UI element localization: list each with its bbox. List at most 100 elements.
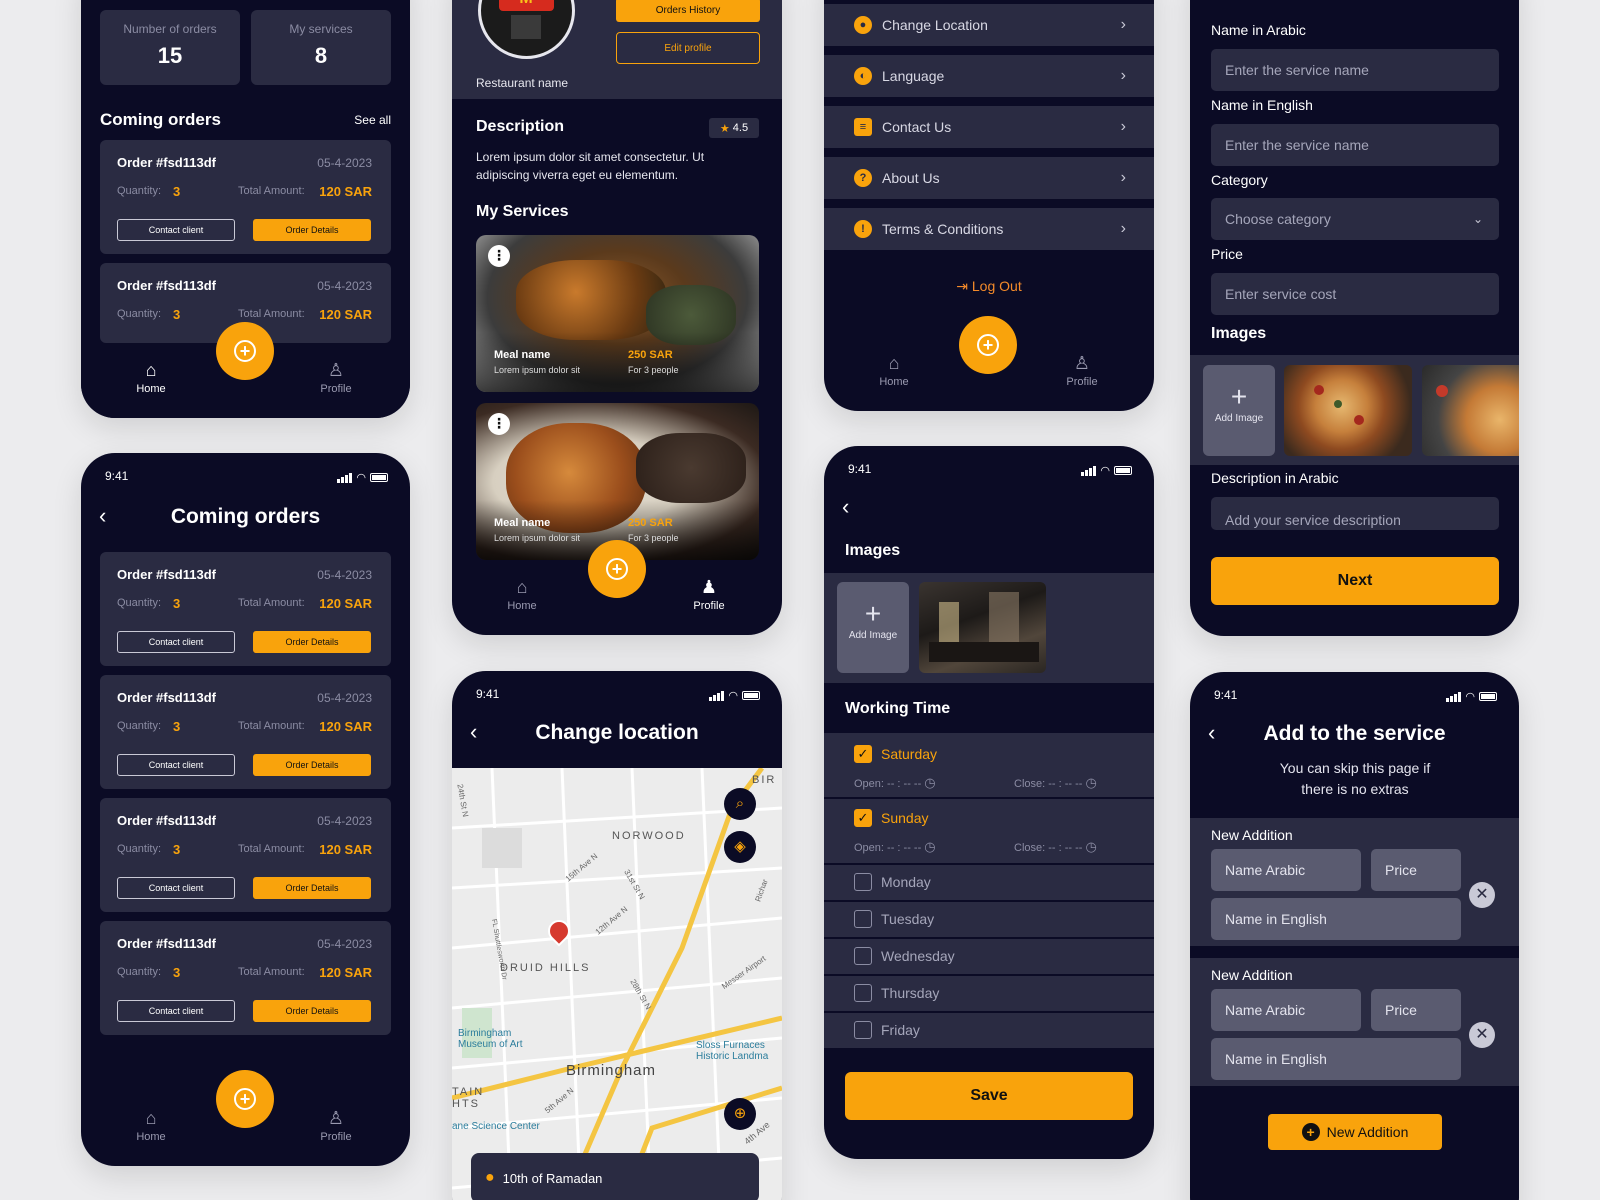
order-details-button[interactable]: Order Details (253, 754, 371, 776)
restaurant-name: Restaurant name (476, 76, 569, 90)
day-row-thursday[interactable]: Thursday (824, 976, 1154, 1011)
settings-item-contact-us[interactable]: ≡ Contact Us › (824, 106, 1154, 148)
nav-profile[interactable]: ♙ Profile (311, 1108, 361, 1143)
checkbox[interactable] (854, 910, 872, 928)
day-row-wednesday[interactable]: Wednesday (824, 939, 1154, 974)
checkbox[interactable] (854, 1021, 872, 1039)
order-card[interactable]: Order #fsd113df 05-4-2023 Quantity: 3 To… (100, 140, 391, 254)
nav-profile[interactable]: ♟ Profile (684, 577, 734, 612)
day-row-sunday[interactable]: ✓ Sunday Open: -- : -- -- ◷ Close: -- : … (824, 799, 1154, 863)
change-location-screen: 9:41 ◠ ‹ Change location NORWOOD DRUID H… (452, 671, 782, 1200)
see-all-link[interactable]: See all (354, 113, 391, 127)
order-details-button[interactable]: Order Details (253, 1000, 371, 1022)
section-title: Coming orders (100, 110, 221, 129)
uploaded-image[interactable] (1284, 365, 1412, 456)
more-options-icon[interactable]: ⋮ (488, 245, 510, 267)
orders-history-button[interactable]: Orders History (616, 0, 760, 22)
add-fab-button[interactable]: + (216, 1070, 274, 1128)
close-time[interactable]: Close: -- : -- -- ◷ (1014, 839, 1097, 855)
checkbox-checked[interactable]: ✓ (854, 745, 872, 763)
save-button[interactable]: Save (845, 1072, 1133, 1120)
order-details-button[interactable]: Order Details (253, 631, 371, 653)
open-time[interactable]: Open: -- : -- -- ◷ (854, 775, 936, 791)
order-card[interactable]: Order #fsd113df 05-4-2023 Quantity: 3 To… (100, 675, 391, 789)
addition-price-input[interactable]: Price (1371, 989, 1461, 1031)
uploaded-image[interactable] (1422, 365, 1519, 456)
contact-client-button[interactable]: Contact client (117, 631, 235, 653)
nav-home[interactable]: ⌂ Home (126, 1108, 176, 1143)
quantity-label: Quantity: (117, 966, 162, 978)
status-time: 9:41 (1214, 688, 1238, 702)
uploaded-image[interactable] (919, 582, 1046, 673)
add-fab-button[interactable]: + (959, 316, 1017, 374)
addition-name-arabic-input[interactable]: Name Arabic (1211, 989, 1361, 1031)
name-arabic-input[interactable]: Enter the service name (1211, 49, 1499, 91)
day-row-friday[interactable]: Friday (824, 1013, 1154, 1048)
checkbox[interactable] (854, 947, 872, 965)
service-card[interactable]: ⋮ Meal name Lorem ipsum dolor sit 250 SA… (476, 235, 759, 392)
settings-item-terms[interactable]: ! Terms & Conditions › (824, 208, 1154, 250)
settings-item-change-location[interactable]: ● Change Location › (824, 4, 1154, 46)
new-addition-button[interactable]: + New Addition (1268, 1114, 1442, 1150)
day-name: Tuesday (881, 911, 935, 927)
day-row-tuesday[interactable]: Tuesday (824, 902, 1154, 937)
order-details-button[interactable]: Order Details (253, 219, 371, 241)
more-options-icon[interactable]: ⋮ (488, 413, 510, 435)
nav-home[interactable]: ⌂ Home (497, 577, 547, 612)
map-search-button[interactable]: ⌕ (724, 788, 756, 820)
edit-profile-button[interactable]: Edit profile (616, 32, 760, 64)
map-view[interactable]: NORWOOD DRUID HILLS Birmingham Birmingha… (452, 768, 782, 1200)
logout-button[interactable]: ⇥ Log Out (824, 278, 1154, 295)
remove-addition-button[interactable]: ✕ (1469, 1022, 1495, 1048)
nav-profile-label: Profile (320, 1131, 352, 1143)
add-fab-button[interactable]: + (588, 540, 646, 598)
order-card[interactable]: Order #fsd113df 05-4-2023 Quantity: 3 To… (100, 552, 391, 666)
nav-profile[interactable]: ♙ Profile (311, 360, 361, 395)
next-button[interactable]: Next (1211, 557, 1499, 605)
addition-price-input[interactable]: Price (1371, 849, 1461, 891)
clock-icon: ◷ (924, 775, 936, 790)
battery-icon (1479, 692, 1497, 701)
addition-name-english-input[interactable]: Name in English (1211, 898, 1461, 940)
close-time[interactable]: Close: -- : -- -- ◷ (1014, 775, 1097, 791)
orders-count-value: 15 (157, 43, 183, 68)
chat-icon: ≡ (854, 118, 872, 136)
nav-home-label: Home (136, 1131, 166, 1143)
nav-home[interactable]: ⌂ Home (126, 360, 176, 395)
checkbox[interactable] (854, 984, 872, 1002)
back-button[interactable]: ‹ (842, 494, 849, 520)
day-row-saturday[interactable]: ✓ Saturday Open: -- : -- -- ◷ Close: -- … (824, 733, 1154, 797)
home-icon: ⌂ (145, 1108, 157, 1128)
checkbox[interactable] (854, 873, 872, 891)
contact-client-button[interactable]: Contact client (117, 754, 235, 776)
category-select[interactable]: Choose category ⌄ (1211, 198, 1499, 240)
settings-item-about-us[interactable]: ? About Us › (824, 157, 1154, 199)
open-time[interactable]: Open: -- : -- -- ◷ (854, 839, 936, 855)
day-row-monday[interactable]: Monday (824, 865, 1154, 900)
service-card[interactable]: ⋮ Meal name Lorem ipsum dolor sit 250 SA… (476, 403, 759, 560)
name-english-input[interactable]: Enter the service name (1211, 124, 1499, 166)
order-card[interactable]: Order #fsd113df 05-4-2023 Quantity: 3 To… (100, 921, 391, 1035)
checkbox-checked[interactable]: ✓ (854, 809, 872, 827)
contact-client-button[interactable]: Contact client (117, 1000, 235, 1022)
nav-home[interactable]: ⌂ Home (869, 353, 919, 388)
add-image-button[interactable]: + Add Image (1203, 365, 1275, 456)
order-card[interactable]: Order #fsd113df 05-4-2023 Quantity: 3 To… (100, 798, 391, 912)
contact-client-button[interactable]: Contact client (117, 219, 235, 241)
restaurant-profile-screen: M Orders History Edit profile Restaurant… (452, 0, 782, 635)
remove-addition-button[interactable]: ✕ (1469, 882, 1495, 908)
description-arabic-input[interactable]: Add your service description (1211, 497, 1499, 530)
price-input[interactable]: Enter service cost (1211, 273, 1499, 315)
add-image-button[interactable]: + Add Image (837, 582, 909, 673)
map-layers-button[interactable]: ◈ (724, 831, 756, 863)
addition-name-arabic-input[interactable]: Name Arabic (1211, 849, 1361, 891)
locate-me-button[interactable]: ⊕ (724, 1098, 756, 1130)
addition-name-english-input[interactable]: Name in English (1211, 1038, 1461, 1080)
contact-client-button[interactable]: Contact client (117, 877, 235, 899)
selected-location-card[interactable]: ● 10th of Ramadan (471, 1153, 759, 1200)
order-id: Order #fsd113df (117, 690, 216, 705)
order-details-button[interactable]: Order Details (253, 877, 371, 899)
nav-profile[interactable]: ♙ Profile (1057, 353, 1107, 388)
settings-item-language[interactable]: ◐ Language › (824, 55, 1154, 97)
add-fab-button[interactable]: + (216, 322, 274, 380)
